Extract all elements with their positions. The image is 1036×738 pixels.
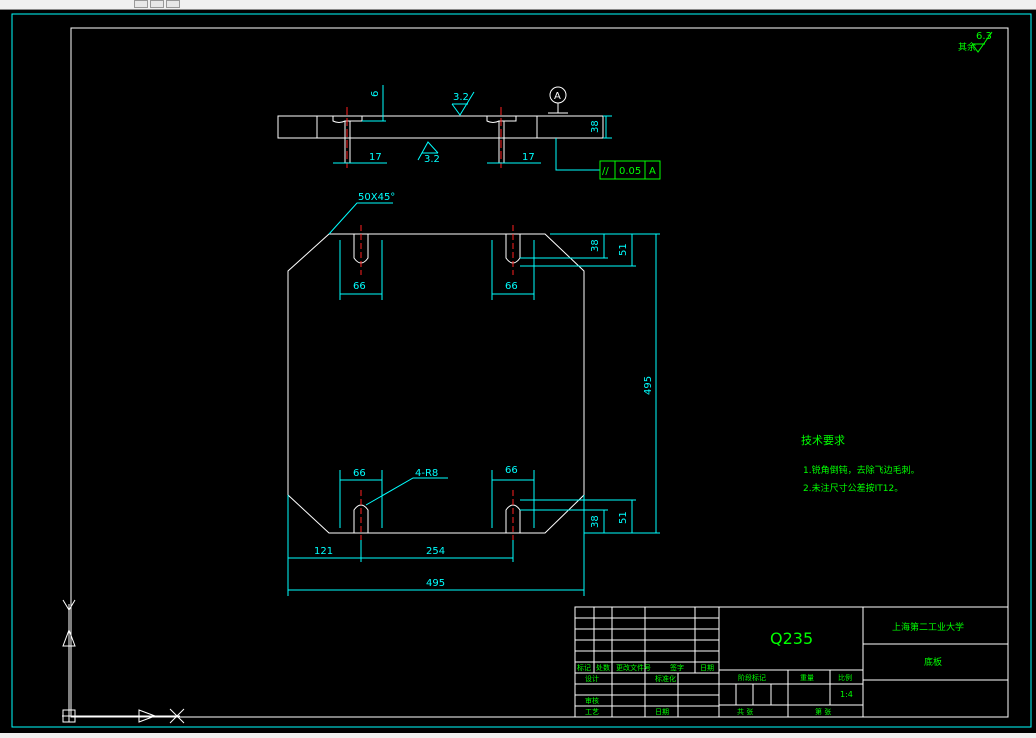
command-line-strip[interactable] [0, 733, 1036, 738]
general-roughness: 其余 6.3 [958, 31, 993, 53]
dim-side-slot-right: 17 [522, 152, 535, 163]
svg-text:标记: 标记 [577, 663, 591, 672]
svg-text:更改文件号: 更改文件号 [616, 663, 651, 672]
datum-label: A [554, 91, 561, 102]
title-part-name: 底板 [924, 656, 942, 668]
toolbar-button[interactable] [166, 0, 180, 8]
title-block: Q235 上海第二工业大学 底板 标记 处数 更改文件号 签字 日期 设计 标准… [574, 606, 1009, 718]
svg-text:阶段标记: 阶段标记 [738, 673, 766, 682]
title-material: Q235 [770, 629, 813, 648]
title-scale-value: 1:4 [840, 690, 853, 699]
dim-slot-width-tr: 66 [505, 281, 518, 292]
dim-slot-len-bot: 38 [590, 515, 601, 528]
plan-view [287, 225, 585, 540]
roughness-value: 6.3 [976, 31, 992, 42]
dim-chamfer: 50X45° [358, 192, 395, 203]
tech-item-1: 1.锐角倒钝，去除飞边毛刺。 [803, 464, 920, 476]
dim-plate-height: 495 [643, 376, 654, 395]
rough-bottom: 3.2 [424, 154, 440, 165]
plan-view-dimensions: 50X45° 66 66 38 51 495 66 66 4-R8 38 51 … [287, 192, 660, 596]
svg-text:标准化: 标准化 [655, 674, 676, 683]
tech-title: 技术要求 [801, 434, 845, 447]
side-view [277, 107, 604, 168]
dim-slot-width-br: 66 [505, 465, 518, 476]
dim-radius: 4-R8 [415, 468, 438, 479]
tol-value: 0.05 [619, 166, 641, 177]
side-view-dimensions: 38 6 17 17 3.2 3.2 A // 0.05 A [333, 85, 661, 180]
cad-drawing[interactable]: 其余 6.3 38 6 17 17 3.2 3.2 A // 0.05 A 50… [0, 10, 1036, 733]
dim-slot-off-top: 51 [618, 243, 629, 256]
dim-slot-off-bot: 51 [618, 511, 629, 524]
svg-text:日期: 日期 [700, 664, 714, 672]
tol-datum: A [649, 166, 656, 177]
dim-121: 121 [314, 546, 333, 557]
dim-slot-len-top: 38 [590, 239, 601, 252]
tol-symbol: // [602, 166, 609, 177]
svg-text:设计: 设计 [585, 674, 599, 683]
svg-text:处数: 处数 [596, 663, 610, 672]
svg-text:工艺: 工艺 [585, 708, 599, 716]
dim-slot-width-tl: 66 [353, 281, 366, 292]
title-school: 上海第二工业大学 [892, 621, 964, 633]
dim-side-slot-left: 17 [369, 152, 382, 163]
dim-side-height: 38 [590, 120, 601, 133]
dim-side-depth: 6 [370, 91, 381, 97]
svg-text:共 张: 共 张 [737, 707, 753, 716]
tech-requirements: 技术要求 1.锐角倒钝，去除飞边毛刺。 2.未注尺寸公差按IT12。 [801, 434, 920, 494]
dim-plate-width: 495 [426, 578, 445, 589]
svg-text:重量: 重量 [800, 674, 814, 682]
rough-top: 3.2 [453, 92, 469, 103]
svg-text:比例: 比例 [838, 673, 852, 682]
svg-text:审核: 审核 [585, 696, 599, 705]
inner-frame [70, 27, 1009, 718]
toolbar-button[interactable] [150, 0, 164, 8]
ucs-icon [62, 599, 185, 724]
tech-item-2: 2.未注尺寸公差按IT12。 [803, 482, 903, 494]
drawing-canvas[interactable]: 其余 6.3 38 6 17 17 3.2 3.2 A // 0.05 A 50… [0, 10, 1036, 733]
svg-text:签字: 签字 [670, 663, 684, 672]
dim-254: 254 [426, 546, 445, 557]
roughness-label: 其余 [958, 41, 976, 53]
toolbar-button[interactable] [134, 0, 148, 8]
svg-text:第 张: 第 张 [815, 707, 831, 716]
svg-text:日期: 日期 [655, 708, 669, 716]
dim-slot-width-bl: 66 [353, 468, 366, 479]
outer-frame [11, 13, 1032, 728]
app-toolbar-strip [0, 0, 1036, 10]
